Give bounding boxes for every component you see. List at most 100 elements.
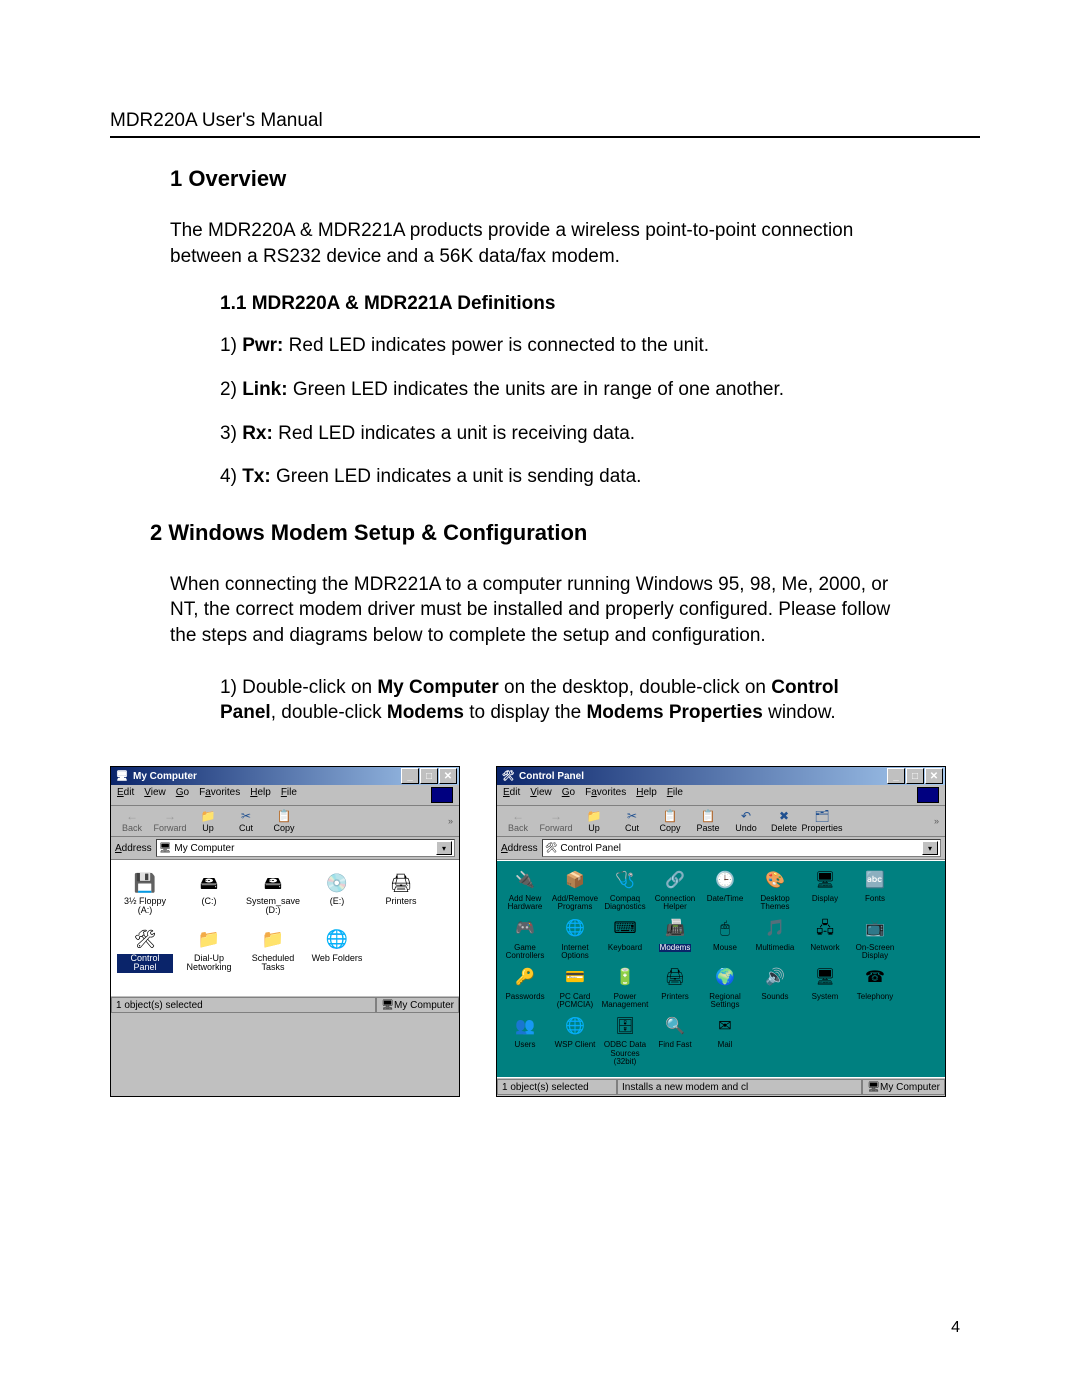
menu-help[interactable]: Help — [250, 787, 271, 803]
maximize-button[interactable]: □ — [906, 768, 924, 784]
toolbar-more-icon[interactable]: » — [448, 816, 455, 826]
menu-edit[interactable]: Edit — [503, 787, 520, 803]
icon-printers[interactable]: 🖨Printers — [651, 967, 699, 1001]
address-field[interactable]: 🛠 Control Panel ▾ — [542, 839, 941, 857]
forward-button[interactable]: →Forward — [153, 808, 187, 834]
titlebar[interactable]: 🖥 My Computer _ □ ✕ — [111, 767, 459, 785]
icon-game[interactable]: 🎮Game Controllers — [501, 918, 549, 961]
icon-telephony[interactable]: ☎Telephony — [851, 967, 899, 1001]
icon-users[interactable]: 👥Users — [501, 1015, 549, 1049]
icon-power[interactable]: 🔋Power Management — [601, 967, 649, 1010]
icon-scheduled[interactable]: 📁Scheduled Tasks — [245, 928, 301, 973]
drive-e-icon: 💿 — [323, 871, 351, 895]
ie-logo-icon — [917, 787, 939, 803]
passwords-icon: 🔑 — [511, 967, 539, 991]
copy-icon: 📋 — [275, 809, 293, 823]
icon-themes[interactable]: 🎨Desktop Themes — [751, 869, 799, 912]
client-area: 🔌Add New Hardware📦Add/Remove Programs🩺Co… — [497, 860, 945, 1077]
icon-web-folders[interactable]: 🌐Web Folders — [309, 928, 365, 963]
odbc-icon: 🗄 — [611, 1015, 639, 1039]
menu-favorites[interactable]: Favorites — [585, 787, 626, 803]
onscreen-icon: 📺 — [861, 918, 889, 942]
menu-help[interactable]: Help — [636, 787, 657, 803]
dropdown-icon[interactable]: ▾ — [922, 841, 938, 855]
paste-icon: 📋 — [699, 809, 717, 823]
icon-printers[interactable]: 🖨Printers — [373, 871, 429, 906]
properties-button[interactable]: 🗂Properties — [805, 808, 839, 834]
icon-drive-e[interactable]: 💿(E:) — [309, 871, 365, 906]
floppy-icon: 💾 — [131, 871, 159, 895]
icon-mail[interactable]: ✉Mail — [701, 1015, 749, 1049]
menu-view[interactable]: View — [530, 787, 552, 803]
my-computer-icon: 🖥 — [159, 843, 172, 854]
menu-favorites[interactable]: Favorites — [199, 787, 240, 803]
icon-odbc[interactable]: 🗄ODBC Data Sources (32bit) — [601, 1015, 649, 1066]
menu-go[interactable]: Go — [176, 787, 189, 803]
icon-mouse[interactable]: 🖱Mouse — [701, 918, 749, 952]
icon-datetime[interactable]: 🕒Date/Time — [701, 869, 749, 903]
system-icon: 🖥 — [811, 967, 839, 991]
icon-dialup[interactable]: 📁Dial-Up Networking — [181, 928, 237, 973]
copy-button[interactable]: 📋Copy — [653, 808, 687, 834]
back-icon: ← — [123, 809, 141, 823]
icon-wsp[interactable]: 🌐WSP Client — [551, 1015, 599, 1049]
up-button[interactable]: 📁Up — [577, 808, 611, 834]
icon-floppy[interactable]: 💾3½ Floppy (A:) — [117, 871, 173, 916]
icon-findfast[interactable]: 🔍Find Fast — [651, 1015, 699, 1049]
back-button[interactable]: ←Back — [501, 808, 535, 834]
icon-drive-c[interactable]: 🖴(C:) — [181, 871, 237, 906]
control-panel-icon: 🛠 — [501, 769, 515, 783]
close-button[interactable]: ✕ — [925, 768, 943, 784]
fonts-icon: 🔤 — [861, 869, 889, 893]
icon-network[interactable]: 🖧Network — [801, 918, 849, 952]
back-button[interactable]: ←Back — [115, 808, 149, 834]
forward-button[interactable]: →Forward — [539, 808, 573, 834]
icon-internet[interactable]: 🌐Internet Options — [551, 918, 599, 961]
icon-onscreen[interactable]: 📺On-Screen Display — [851, 918, 899, 961]
maximize-button[interactable]: □ — [420, 768, 438, 784]
close-button[interactable]: ✕ — [439, 768, 457, 784]
connection-icon: 🔗 — [661, 869, 689, 893]
internet-icon: 🌐 — [561, 918, 589, 942]
address-field[interactable]: 🖥 My Computer ▾ — [156, 839, 455, 857]
icon-passwords[interactable]: 🔑Passwords — [501, 967, 549, 1001]
icon-sounds[interactable]: 🔊Sounds — [751, 967, 799, 1001]
status-mid: Installs a new modem and cl — [617, 1079, 862, 1095]
minimize-button[interactable]: _ — [887, 768, 905, 784]
address-value: My Computer — [174, 843, 234, 854]
status-left: 1 object(s) selected — [111, 997, 376, 1013]
icon-add-remove[interactable]: 📦Add/Remove Programs — [551, 869, 599, 912]
icon-drive-d[interactable]: 🖴System_save (D:) — [245, 871, 301, 916]
titlebar[interactable]: 🛠 Control Panel _ □ ✕ — [497, 767, 945, 785]
paste-button[interactable]: 📋Paste — [691, 808, 725, 834]
icon-multimedia[interactable]: 🎵Multimedia — [751, 918, 799, 952]
icon-system[interactable]: 🖥System — [801, 967, 849, 1001]
minimize-button[interactable]: _ — [401, 768, 419, 784]
menu-file[interactable]: File — [667, 787, 683, 803]
icon-fonts[interactable]: 🔤Fonts — [851, 869, 899, 903]
icon-connection[interactable]: 🔗Connection Helper — [651, 869, 699, 912]
icon-display[interactable]: 🖥Display — [801, 869, 849, 903]
icon-keyboard[interactable]: ⌨Keyboard — [601, 918, 649, 952]
menu-go[interactable]: Go — [562, 787, 575, 803]
undo-icon: ↶ — [737, 809, 755, 823]
menu-edit[interactable]: Edit — [117, 787, 134, 803]
copy-button[interactable]: 📋Copy — [267, 808, 301, 834]
icon-add-hw[interactable]: 🔌Add New Hardware — [501, 869, 549, 912]
delete-button[interactable]: ✖Delete — [767, 808, 801, 834]
undo-button[interactable]: ↶Undo — [729, 808, 763, 834]
icon-compaq[interactable]: 🩺Compaq Diagnostics — [601, 869, 649, 912]
icon-regional[interactable]: 🌍Regional Settings — [701, 967, 749, 1010]
icon-modems[interactable]: 📠Modems — [651, 918, 699, 952]
up-button[interactable]: 📁Up — [191, 808, 225, 834]
menu-view[interactable]: View — [144, 787, 166, 803]
toolbar-more-icon[interactable]: » — [934, 816, 941, 826]
mouse-icon: 🖱 — [711, 918, 739, 942]
menu-file[interactable]: File — [281, 787, 297, 803]
dropdown-icon[interactable]: ▾ — [436, 841, 452, 855]
icon-control-panel[interactable]: 🛠Control Panel — [117, 928, 173, 973]
drive-d-icon: 🖴 — [259, 871, 287, 895]
cut-button[interactable]: ✂Cut — [615, 808, 649, 834]
cut-button[interactable]: ✂Cut — [229, 808, 263, 834]
icon-pccard[interactable]: 💳PC Card (PCMCIA) — [551, 967, 599, 1010]
